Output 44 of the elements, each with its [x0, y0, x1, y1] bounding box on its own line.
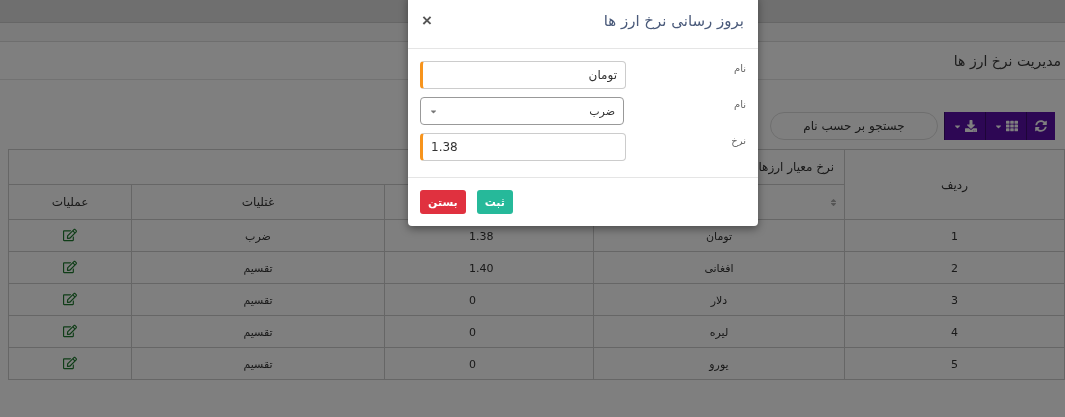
dialog-title: بروز رسانی نرخ ارز ها	[603, 12, 744, 30]
close-dialog-button[interactable]: بستن	[420, 190, 466, 214]
table-header: ردیف	[844, 149, 1065, 220]
table-cell: 1	[844, 219, 1065, 252]
edit-icon[interactable]	[63, 259, 77, 274]
search-field[interactable]: جستجو بر حسب نام	[770, 112, 938, 140]
download-icon	[965, 120, 977, 132]
table-cell: تقسیم	[131, 251, 385, 284]
columns-button[interactable]	[985, 112, 1026, 140]
table-cell: 5	[844, 347, 1065, 380]
table-cell: تقسیم	[131, 283, 385, 316]
edit-icon[interactable]	[63, 323, 77, 338]
table-cell: 0	[384, 315, 594, 348]
table-cell: 1.40	[384, 251, 594, 284]
table-cell: 2	[844, 251, 1065, 284]
edit-icon[interactable]	[63, 227, 77, 242]
field-label: نرخ	[730, 135, 746, 146]
export-button[interactable]	[944, 112, 985, 140]
input-field[interactable]: تومان	[420, 61, 626, 89]
table-cell: 0	[384, 347, 594, 380]
page-title: مدیریت نرخ ارز ها	[953, 52, 1061, 69]
table-header: عملیات	[8, 184, 132, 220]
table-cell: افغانی	[593, 251, 845, 284]
sort-icon[interactable]	[829, 198, 838, 207]
table-cell: لیره	[593, 315, 845, 348]
table-cell: تقسیم	[131, 315, 385, 348]
table-cell: 4	[844, 315, 1065, 348]
table-cell: یورو	[593, 347, 845, 380]
table-cell: تقسیم	[131, 347, 385, 380]
edit-icon[interactable]	[63, 291, 77, 306]
table-cell: 0	[384, 283, 594, 316]
field-label: نام	[732, 99, 746, 110]
table-cell: ضرب	[131, 219, 385, 252]
select-field[interactable]: ضرب	[420, 97, 624, 125]
field-label: نام	[732, 63, 746, 74]
table-cell: 3	[844, 283, 1065, 316]
refresh-button[interactable]	[1026, 112, 1055, 140]
refresh-icon	[1035, 120, 1047, 132]
grid-icon	[1006, 120, 1018, 132]
edit-icon[interactable]	[63, 355, 77, 370]
table-header: غتلیات	[131, 184, 385, 220]
input-field[interactable]: 1.38	[420, 133, 626, 161]
close-button[interactable]: ×	[422, 11, 432, 31]
table-cell: دلار	[593, 283, 845, 316]
